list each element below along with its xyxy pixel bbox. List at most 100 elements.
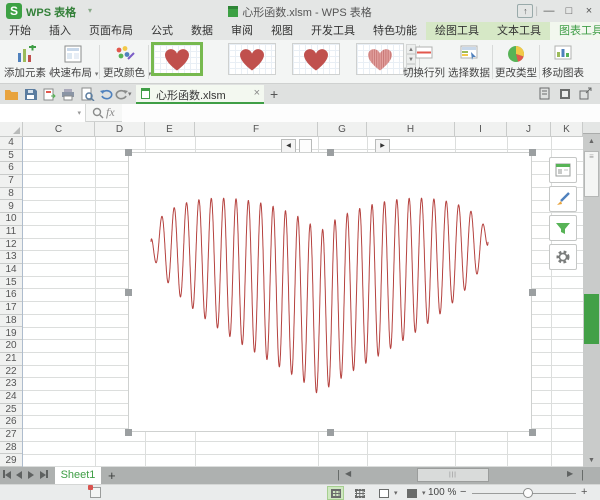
save-icon[interactable] bbox=[23, 87, 38, 101]
normal-view-button[interactable] bbox=[327, 486, 344, 500]
chart-resize-handle[interactable] bbox=[529, 289, 536, 296]
scrollbar-control-left-icon[interactable]: ◀ bbox=[281, 139, 296, 153]
fx-icon[interactable]: fx bbox=[106, 105, 115, 120]
change-colors-button[interactable]: 更改颜色 ▾ bbox=[103, 42, 147, 82]
menu-tab-4[interactable]: 数据 bbox=[182, 22, 222, 40]
h-split-left[interactable]: | bbox=[337, 469, 340, 482]
redo-icon[interactable] bbox=[114, 87, 129, 101]
next-sheet-icon[interactable] bbox=[28, 470, 39, 481]
row-header-14[interactable]: 14 bbox=[0, 264, 22, 277]
h-split-right[interactable]: | bbox=[581, 469, 584, 482]
row-header-27[interactable]: 27 bbox=[0, 429, 22, 442]
last-sheet-icon[interactable] bbox=[40, 470, 51, 481]
row-header-25[interactable]: 25 bbox=[0, 404, 22, 417]
row-header-29[interactable]: 29 bbox=[0, 455, 22, 468]
column-header-G[interactable]: G bbox=[318, 122, 367, 137]
toolbar-dropdown-icon[interactable]: ▾ bbox=[128, 90, 132, 98]
row-header-26[interactable]: 26 bbox=[0, 416, 22, 429]
horizontal-scroll-thumb[interactable]: ||| bbox=[417, 468, 489, 482]
menu-tab-10[interactable]: 文本工具 bbox=[488, 22, 550, 40]
menu-tab-9[interactable]: 绘图工具 bbox=[426, 22, 488, 40]
chart-style-2[interactable] bbox=[228, 43, 276, 75]
upload-button[interactable]: ↑ bbox=[517, 4, 533, 18]
minimize-button[interactable]: — bbox=[540, 2, 558, 20]
formula-input[interactable] bbox=[122, 104, 600, 122]
first-sheet-icon[interactable] bbox=[3, 470, 14, 481]
vertical-scrollbar[interactable]: ▲ ≡ ▼ bbox=[583, 122, 600, 467]
reading-view-dropdown-icon[interactable]: ▾ bbox=[422, 489, 426, 497]
row-header-17[interactable]: 17 bbox=[0, 302, 22, 315]
panel-icon[interactable] bbox=[559, 87, 571, 100]
row-header-10[interactable]: 10 bbox=[0, 213, 22, 226]
search-icon[interactable] bbox=[92, 107, 104, 119]
vertical-split-handle[interactable] bbox=[583, 122, 600, 134]
change-type-button[interactable]: 更改类型 bbox=[494, 42, 538, 82]
add-element-button[interactable]: 添加元素 ▾ bbox=[4, 42, 48, 82]
row-header-16[interactable]: 16 bbox=[0, 289, 22, 302]
reading-view-button[interactable] bbox=[403, 486, 420, 500]
chart-style-button[interactable] bbox=[549, 186, 577, 212]
name-box-dropdown-icon[interactable]: ▾ bbox=[77, 109, 81, 117]
heart-chart[interactable] bbox=[128, 152, 532, 432]
print-preview-icon[interactable] bbox=[80, 87, 95, 101]
scroll-down-icon[interactable]: ▼ bbox=[583, 454, 600, 467]
name-box[interactable]: ▾ bbox=[0, 104, 86, 122]
chart-resize-handle[interactable] bbox=[529, 149, 536, 156]
grid-area[interactable]: ◀ ▶ bbox=[23, 137, 583, 467]
scrollbar-control-thumb[interactable] bbox=[299, 139, 312, 153]
chart-style-1[interactable] bbox=[151, 42, 203, 76]
row-header-20[interactable]: 20 bbox=[0, 340, 22, 353]
row-header-23[interactable]: 23 bbox=[0, 378, 22, 391]
message-icon[interactable] bbox=[539, 87, 551, 100]
page-layout-dropdown-icon[interactable]: ▾ bbox=[394, 489, 398, 497]
column-header-K[interactable]: K bbox=[551, 122, 583, 137]
sheet-tab-sheet1[interactable]: Sheet1 bbox=[55, 467, 101, 484]
row-header-11[interactable]: 11 bbox=[0, 226, 22, 239]
row-header-13[interactable]: 13 bbox=[0, 251, 22, 264]
chart-filter-button[interactable] bbox=[549, 215, 577, 241]
print-icon[interactable] bbox=[61, 87, 76, 101]
chart-resize-handle[interactable] bbox=[125, 429, 132, 436]
add-sheet-button[interactable]: + bbox=[108, 467, 116, 484]
vertical-scroll-thumb[interactable]: ≡ bbox=[584, 151, 599, 197]
zoom-slider-handle[interactable] bbox=[523, 488, 533, 498]
document-tab[interactable]: 心形函数.xlsm × bbox=[136, 85, 264, 104]
menu-tab-8[interactable]: 特色功能 bbox=[364, 22, 426, 40]
chart-resize-handle[interactable] bbox=[125, 289, 132, 296]
clipboard-status-icon[interactable] bbox=[90, 487, 101, 498]
row-header-22[interactable]: 22 bbox=[0, 366, 22, 379]
chart-resize-handle[interactable] bbox=[529, 429, 536, 436]
row-header-9[interactable]: 9 bbox=[0, 201, 22, 214]
scroll-up-icon[interactable]: ▲ bbox=[583, 135, 600, 148]
row-header-28[interactable]: 28 bbox=[0, 442, 22, 455]
row-header-7[interactable]: 7 bbox=[0, 175, 22, 188]
tab-close-icon[interactable]: × bbox=[254, 87, 260, 99]
chart-resize-handle[interactable] bbox=[125, 149, 132, 156]
menu-tab-3[interactable]: 公式 bbox=[142, 22, 182, 40]
scroll-right-icon[interactable]: ▶ bbox=[567, 469, 573, 482]
column-header-F[interactable]: F bbox=[195, 122, 318, 137]
undo-icon[interactable] bbox=[99, 87, 114, 101]
select-data-button[interactable]: 选择数据 bbox=[447, 42, 491, 82]
open-icon[interactable] bbox=[4, 87, 19, 101]
share-icon[interactable] bbox=[579, 87, 592, 100]
new-tab-button[interactable]: + bbox=[270, 86, 278, 102]
row-header-21[interactable]: 21 bbox=[0, 353, 22, 366]
column-header-J[interactable]: J bbox=[507, 122, 551, 137]
chart-resize-handle[interactable] bbox=[327, 149, 334, 156]
row-header-24[interactable]: 24 bbox=[0, 391, 22, 404]
column-header-D[interactable]: D bbox=[95, 122, 145, 137]
close-button[interactable]: × bbox=[580, 2, 598, 20]
row-header-12[interactable]: 12 bbox=[0, 239, 22, 252]
row-header-19[interactable]: 19 bbox=[0, 328, 22, 341]
column-header-H[interactable]: H bbox=[367, 122, 455, 137]
scrollbar-control-right-icon[interactable]: ▶ bbox=[375, 139, 390, 153]
column-header-C[interactable]: C bbox=[23, 122, 95, 137]
menu-tab-1[interactable]: 插入 bbox=[40, 22, 80, 40]
maximize-button[interactable]: □ bbox=[560, 2, 578, 20]
move-chart-button[interactable]: 移动图表 bbox=[541, 42, 585, 82]
chart-settings-button[interactable] bbox=[549, 244, 577, 270]
chart-style-3[interactable] bbox=[292, 43, 340, 75]
export-icon[interactable] bbox=[42, 87, 57, 101]
column-header-E[interactable]: E bbox=[145, 122, 195, 137]
